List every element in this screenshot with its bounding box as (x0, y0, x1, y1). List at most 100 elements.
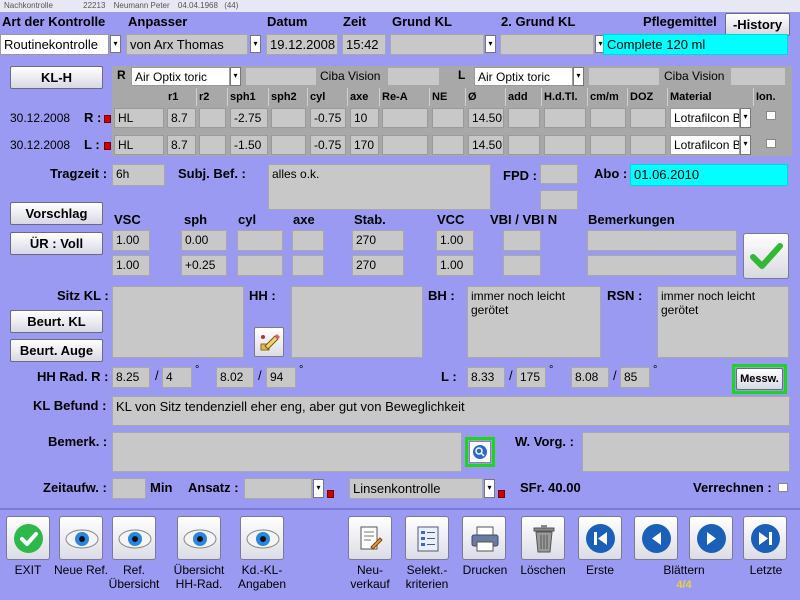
grundkl-dropdown[interactable]: ▾ (485, 35, 496, 53)
row-r-r1[interactable]: 8.7 (167, 108, 196, 128)
exit-button[interactable] (6, 516, 50, 560)
row-r-sph2[interactable] (271, 108, 306, 128)
right-product-dropdown[interactable]: ▾ (230, 67, 241, 86)
bem-1[interactable] (587, 230, 737, 251)
datum-field[interactable]: 19.12.2008 (266, 34, 338, 55)
bemerk-field[interactable] (112, 432, 462, 472)
loeschen-button[interactable] (521, 516, 565, 560)
row-l-axe[interactable]: 170 (350, 135, 379, 155)
row-r-ion-checkbox[interactable] (766, 111, 776, 120)
vsc-1[interactable]: 1.00 (112, 230, 150, 251)
next-button[interactable] (689, 516, 733, 560)
bh-field[interactable]: immer noch leicht gerötet (467, 286, 601, 358)
row-r-type[interactable]: HL (114, 108, 164, 128)
stab-2[interactable]: 270 (352, 255, 404, 276)
hhrad-l2b[interactable]: 85 (620, 367, 650, 388)
axe-1[interactable] (292, 230, 324, 251)
zeitaufw-field[interactable] (112, 478, 146, 499)
row-l-ne[interactable] (432, 135, 464, 155)
cyl-2[interactable] (237, 255, 283, 276)
left-extra-field[interactable] (588, 67, 660, 86)
row-r-rea[interactable] (382, 108, 428, 128)
grundkl-field[interactable] (390, 34, 484, 55)
axe-2[interactable] (292, 255, 324, 276)
messw-button[interactable]: Messw. (736, 368, 783, 390)
sph-1[interactable]: 0.00 (181, 230, 227, 251)
row-l-doz[interactable] (630, 135, 666, 155)
abo-field[interactable]: 01.06.2010 (630, 164, 788, 186)
verrechnen-checkbox[interactable] (778, 483, 788, 492)
fpd-field-2[interactable] (540, 190, 578, 210)
bem-2[interactable] (587, 255, 737, 276)
row-l-ion-checkbox[interactable] (766, 139, 776, 148)
right-maker-field[interactable] (387, 67, 440, 86)
row-l-material[interactable]: Lotrafilcon B (670, 135, 740, 155)
hhrad-r1b[interactable]: 4 (162, 367, 192, 388)
beurt-kl-button[interactable]: Beurt. KL (10, 310, 103, 333)
row-r-cyl[interactable]: -0.75 (310, 108, 346, 128)
uebersicht-hh-button[interactable] (177, 516, 221, 560)
neuverkauf-button[interactable] (348, 516, 392, 560)
linsen-dropdown[interactable]: ▾ (484, 479, 495, 498)
row-r-sph1[interactable]: -2.75 (230, 108, 268, 128)
hhrad-l2[interactable]: 8.08 (571, 367, 609, 388)
row-l-hdtl[interactable] (544, 135, 586, 155)
tragzeit-field[interactable]: 6h (112, 164, 165, 186)
search-button[interactable] (469, 441, 491, 463)
stab-1[interactable]: 270 (352, 230, 404, 251)
row-r-marker[interactable] (104, 115, 111, 123)
art-field[interactable]: Routinekontrolle (0, 34, 109, 55)
hhrad-l1[interactable]: 8.33 (467, 367, 505, 388)
right-extra-field[interactable] (245, 67, 317, 86)
befund-field[interactable]: KL von Sitz tendenziell eher eng, aber g… (112, 396, 790, 426)
row-l-r2[interactable] (199, 135, 226, 155)
kd-kl-button[interactable] (240, 516, 284, 560)
vcc-2[interactable]: 1.00 (436, 255, 474, 276)
pflege-field[interactable]: Complete 120 ml (603, 34, 788, 55)
prev-button[interactable] (634, 516, 678, 560)
vbi-2[interactable] (503, 255, 541, 276)
row-r-add[interactable] (508, 108, 540, 128)
linsen-marker[interactable] (498, 490, 505, 498)
cyl-1[interactable] (237, 230, 283, 251)
anpasser-field[interactable]: von Arx Thomas (126, 34, 248, 55)
grundkl2-field[interactable] (500, 34, 594, 55)
zeit-field[interactable]: 15:42 (342, 34, 386, 55)
history-button[interactable]: -History (725, 13, 790, 36)
row-r-doz[interactable] (630, 108, 666, 128)
row-r-hdtl[interactable] (544, 108, 586, 128)
row-l-dia[interactable]: 14.50 (468, 135, 504, 155)
draw-button[interactable] (254, 327, 284, 357)
row-l-r1[interactable]: 8.7 (167, 135, 196, 155)
hhrad-r2b[interactable]: 94 (266, 367, 296, 388)
row-l-material-dropdown[interactable]: ▾ (740, 135, 751, 155)
left-product-field[interactable]: Air Optix toric (474, 67, 573, 86)
rsn-field[interactable]: immer noch leicht gerötet (657, 286, 789, 358)
selekt-button[interactable] (405, 516, 449, 560)
sph-2[interactable]: +0.25 (181, 255, 227, 276)
art-dropdown[interactable]: ▾ (110, 35, 121, 53)
drucken-button[interactable] (462, 516, 506, 560)
row-r-material-dropdown[interactable]: ▾ (740, 108, 751, 128)
row-l-cmm[interactable] (590, 135, 626, 155)
row-l-add[interactable] (508, 135, 540, 155)
hhrad-r2[interactable]: 8.02 (216, 367, 254, 388)
row-l-marker[interactable] (104, 142, 111, 150)
klh-button[interactable]: KL-H (10, 66, 103, 89)
row-l-cyl[interactable]: -0.75 (310, 135, 346, 155)
vbi-1[interactable] (503, 230, 541, 251)
row-r-dia[interactable]: 14.50 (468, 108, 504, 128)
row-l-type[interactable]: HL (114, 135, 164, 155)
vorschlag-button[interactable]: Vorschlag (10, 202, 103, 225)
erste-button[interactable] (578, 516, 622, 560)
row-r-axe[interactable]: 10 (350, 108, 379, 128)
linsen-field[interactable]: Linsenkontrolle (349, 478, 483, 499)
neue-ref-button[interactable] (59, 516, 103, 560)
row-l-sph2[interactable] (271, 135, 306, 155)
ansatz-dropdown[interactable]: ▾ (313, 479, 324, 498)
letzte-button[interactable] (743, 516, 787, 560)
vcc-1[interactable]: 1.00 (436, 230, 474, 251)
ansatz-marker[interactable] (327, 490, 334, 498)
row-l-sph1[interactable]: -1.50 (230, 135, 268, 155)
row-r-material[interactable]: Lotrafilcon B (670, 108, 740, 128)
